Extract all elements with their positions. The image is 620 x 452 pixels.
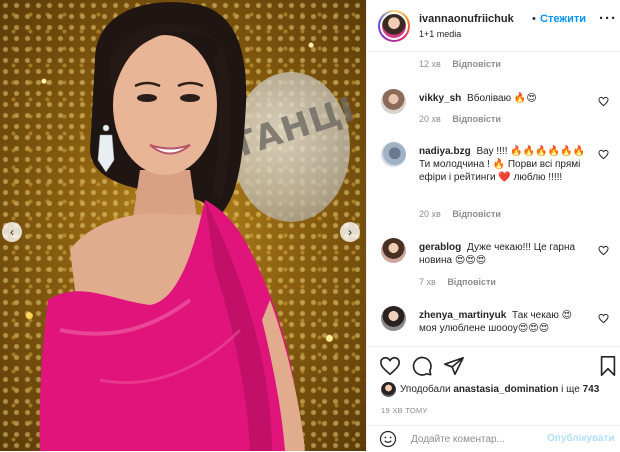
follow-button[interactable]: Стежити	[540, 13, 586, 25]
comment-reply-button[interactable]: Відповісти	[452, 114, 501, 124]
commenter-username[interactable]: vikky_sh	[419, 93, 461, 104]
comment-meta: 7 хв Відповісти	[419, 277, 496, 287]
like-comment-heart-icon[interactable]	[598, 313, 609, 324]
header-separator-dot: •	[532, 13, 536, 25]
emoji-smiley-icon[interactable]	[379, 430, 397, 448]
previous-photo-button[interactable]: ‹	[2, 222, 22, 242]
next-photo-button[interactable]: ›	[340, 222, 360, 242]
add-comment-bar: Опублікувати	[367, 425, 620, 452]
comment-input[interactable]	[411, 430, 541, 448]
comment-body: nadiya.bzg Вау !!!! 🔥🔥🔥🔥🔥🔥 Ти молодчина …	[419, 145, 589, 184]
comment-reply-button[interactable]: Відповісти	[452, 209, 501, 219]
comment-bubble-icon[interactable]	[411, 355, 433, 377]
likes-middle: і ще	[561, 384, 580, 395]
comment-time[interactable]: 7 хв	[419, 277, 436, 287]
share-paper-plane-icon[interactable]	[443, 355, 465, 377]
commenter-avatar[interactable]	[381, 142, 406, 167]
story-ring[interactable]	[378, 10, 410, 42]
comment-text: Вболіваю 🔥😍	[467, 93, 537, 104]
comment-reply-button[interactable]: Відповісти	[447, 277, 496, 287]
comment-body: vikky_sh Вболіваю 🔥😍	[419, 92, 589, 105]
comments-list[interactable]: 12 хв Відповісти vikky_sh Вболіваю 🔥😍 20…	[367, 52, 620, 346]
comment-meta: 20 хв Відповісти	[419, 114, 501, 124]
comment-time[interactable]: 20 хв	[419, 209, 441, 219]
instagram-post: ТАНЦІ ‹ › ivannaonufriichuk • Стежити 1+…	[0, 0, 620, 451]
commenter-username[interactable]: nadiya.bzg	[419, 146, 471, 157]
like-comment-heart-icon[interactable]	[598, 149, 609, 160]
likes-summary: Уподобали anastasia_domination і ще 743	[400, 384, 599, 395]
bookmark-icon[interactable]	[597, 355, 619, 377]
like-comment-heart-icon[interactable]	[598, 96, 609, 107]
post-timestamp[interactable]: 19 ХВ ТОМУ	[381, 406, 428, 415]
heart-icon[interactable]	[379, 355, 401, 377]
like-comment-heart-icon[interactable]	[598, 245, 609, 256]
post-actions: Уподобали anastasia_domination і ще 743 …	[367, 346, 620, 451]
woman-in-pink-dress	[39, 2, 305, 451]
commenter-username[interactable]: zhenya_martinyuk	[419, 310, 506, 321]
comment-body: gerablog Дуже чекаю!!! Це гарна новина 😍…	[419, 241, 589, 267]
post-side-panel: ivannaonufriichuk • Стежити 1+1 media ··…	[366, 0, 620, 451]
caption-meta: 12 хв Відповісти	[419, 59, 501, 69]
comment-time[interactable]: 20 хв	[419, 114, 441, 124]
liker-avatar[interactable]	[381, 382, 396, 397]
post-photo[interactable]: ТАНЦІ ‹ ›	[0, 0, 366, 451]
publish-comment-button[interactable]: Опублікувати	[547, 433, 615, 444]
commenter-username[interactable]: gerablog	[419, 242, 461, 253]
comment-meta: 20 хв Відповісти	[419, 209, 501, 219]
author-avatar[interactable]	[380, 12, 408, 40]
more-options-icon[interactable]: ···	[599, 10, 617, 27]
likes-prefix: Уподобали	[400, 384, 451, 395]
caption-time[interactable]: 12 хв	[419, 59, 441, 69]
author-username[interactable]: ivannaonufriichuk	[419, 13, 514, 25]
caption-reply-button[interactable]: Відповісти	[452, 59, 501, 69]
liker-username[interactable]: anastasia_domination	[453, 384, 558, 395]
post-header: ivannaonufriichuk • Стежити 1+1 media ··…	[367, 0, 620, 52]
author-subtitle[interactable]: 1+1 media	[419, 29, 461, 39]
likes-count[interactable]: 743	[583, 384, 600, 395]
commenter-avatar[interactable]	[381, 89, 406, 114]
commenter-avatar[interactable]	[381, 238, 406, 263]
commenter-avatar[interactable]	[381, 306, 406, 331]
comment-body: zhenya_martinyuk Так чекаю 😍 моя улюблен…	[419, 309, 589, 335]
